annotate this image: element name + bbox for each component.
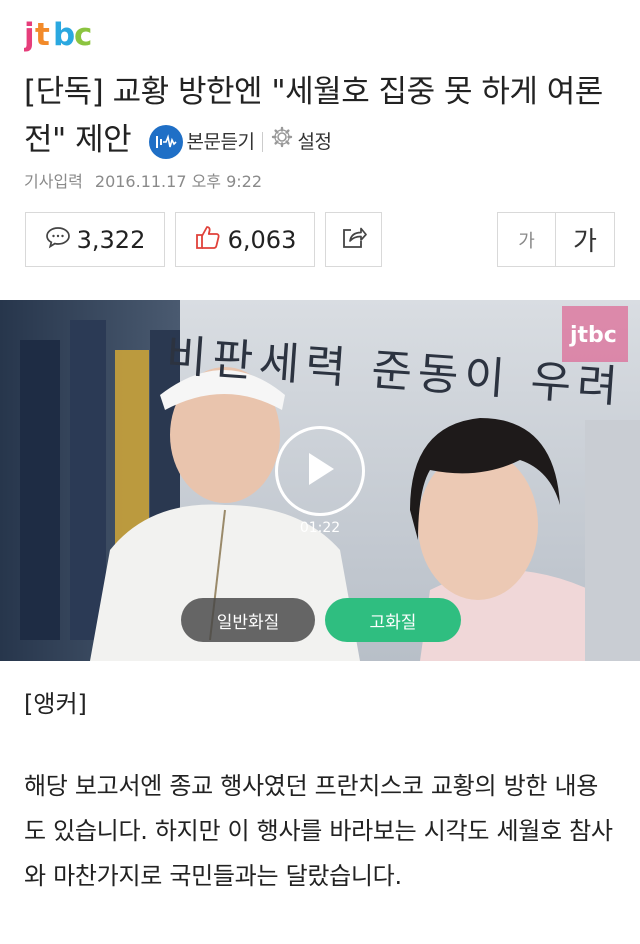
article-paragraph: 해당 보고서엔 종교 행사였던 프란치스코 교황의 방한 내용도 있습니다. 하… [24,772,613,890]
settings-button[interactable]: 설정 [271,118,332,166]
font-size-large-button[interactable]: 가 [555,212,615,267]
article-title-block: [단독] 교황 방한엔 "세월호 집중 못 하게 여론전" 제안 본문듣기 설정 [24,68,624,166]
play-icon [303,450,337,492]
font-small-label: 가 [518,230,535,252]
comment-count: 3,322 [76,225,146,254]
divider [262,131,264,152]
settings-label: 설정 [297,130,332,153]
play-button[interactable] [275,426,365,516]
listen-icon [148,124,183,159]
font-large-label: 가 [573,227,597,257]
svg-text:t: t [35,17,50,53]
jtbc-logo[interactable]: j t b c [24,14,98,54]
thumbs-up-icon [194,223,222,257]
published-label: 기사입력 [24,172,83,191]
comment-icon [45,225,71,255]
gear-icon [271,118,293,166]
share-button[interactable] [325,212,382,267]
quality-normal-button[interactable]: 일반화질 [181,598,315,642]
comment-button[interactable]: 3,322 [25,212,165,267]
anchor-label: [앵커] [24,690,87,718]
video-player[interactable]: 비판세력 준동이 우려 jtbc 01:22 일반화질 고화질 [0,300,640,661]
listen-label: 본문듣기 [186,130,255,153]
svg-text:c: c [74,17,91,53]
listen-button[interactable]: 본문듣기 [148,118,255,166]
channel-logo-text: jtbc [569,323,617,348]
share-icon [340,224,368,256]
font-size-small-button[interactable]: 가 [497,212,556,267]
like-count: 6,063 [227,225,297,254]
article-meta: 기사입력 2016.11.17 오후 9:22 [24,168,262,192]
svg-text:b: b [53,17,74,53]
like-button[interactable]: 6,063 [175,212,315,267]
svg-text:j: j [24,17,34,53]
video-duration: 01:22 [299,520,341,536]
published-timestamp: 2016.11.17 오후 9:22 [94,172,263,191]
quality-hd-button[interactable]: 고화질 [325,598,461,642]
channel-logo: jtbc [562,306,628,362]
